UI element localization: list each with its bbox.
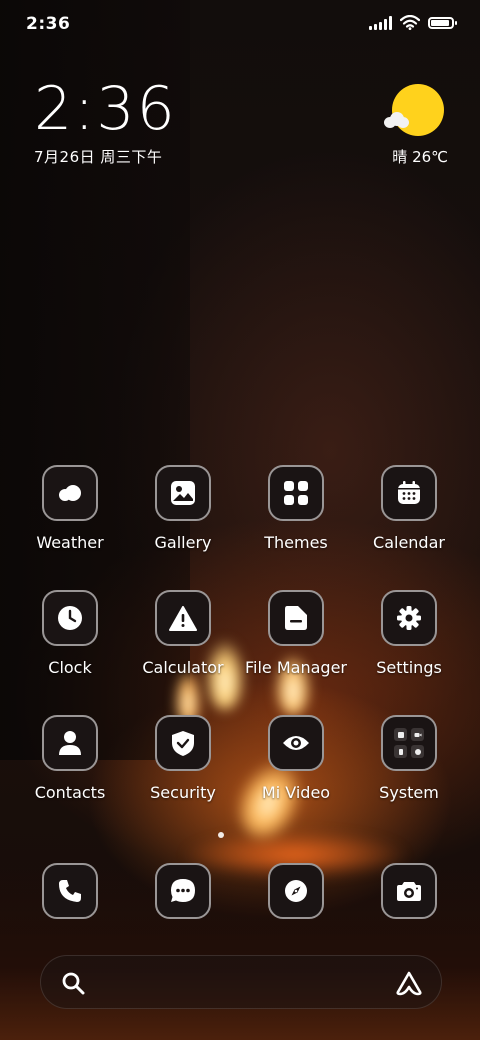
status-bar: 2:36 xyxy=(0,0,480,50)
cloud-icon xyxy=(384,112,410,128)
clock-icon xyxy=(42,590,98,646)
wifi-icon xyxy=(400,15,420,30)
file-manager-icon xyxy=(268,590,324,646)
search-bar[interactable] xyxy=(40,955,442,1009)
camera-icon xyxy=(381,863,437,919)
app-themes[interactable]: Themes xyxy=(241,465,351,552)
security-icon xyxy=(155,715,211,771)
status-time: 2:36 xyxy=(26,14,71,34)
app-mi-video[interactable]: Mi Video xyxy=(241,715,351,802)
sun-icon xyxy=(392,84,444,136)
app-label: Calculator xyxy=(142,658,224,677)
signal-icon xyxy=(369,15,392,30)
app-file-manager[interactable]: File Manager xyxy=(241,590,351,677)
battery-icon xyxy=(428,16,457,29)
dock-phone[interactable] xyxy=(15,863,125,919)
app-label: Weather xyxy=(36,533,104,552)
browser-icon xyxy=(268,863,324,919)
app-label: Contacts xyxy=(34,783,106,802)
app-label: Gallery xyxy=(154,533,212,552)
calendar-icon xyxy=(381,465,437,521)
system-folder-icon xyxy=(381,715,437,771)
folder-system[interactable]: System xyxy=(354,715,464,802)
app-label: System xyxy=(379,783,439,802)
app-label: Settings xyxy=(376,658,442,677)
app-clock[interactable]: Clock xyxy=(15,590,125,677)
app-weather[interactable]: Weather xyxy=(15,465,125,552)
contacts-icon xyxy=(42,715,98,771)
app-label: Clock xyxy=(48,658,92,677)
app-label: File Manager xyxy=(245,658,347,677)
messages-icon xyxy=(155,863,211,919)
search-icon[interactable] xyxy=(61,971,85,995)
dock-camera[interactable] xyxy=(354,863,464,919)
phone-icon xyxy=(42,863,98,919)
weather-icon xyxy=(42,465,98,521)
widget-date: 7月26日 周三下午 xyxy=(34,148,163,166)
assistant-icon[interactable] xyxy=(395,970,423,996)
themes-icon xyxy=(268,465,324,521)
app-label: Mi Video xyxy=(261,783,331,802)
calculator-icon xyxy=(155,590,211,646)
app-label: Themes xyxy=(264,533,328,552)
mi-video-icon xyxy=(268,715,324,771)
dock-messages[interactable] xyxy=(128,863,238,919)
clock-widget[interactable]: 2:36 7月26日 周三下午 xyxy=(34,78,177,167)
settings-icon xyxy=(381,590,437,646)
app-contacts[interactable]: Contacts xyxy=(15,715,125,802)
app-calculator[interactable]: Calculator xyxy=(128,590,238,677)
gallery-icon xyxy=(155,465,211,521)
weather-text: 晴 26℃ xyxy=(392,148,448,166)
app-calendar[interactable]: Calendar xyxy=(354,465,464,552)
app-settings[interactable]: Settings xyxy=(354,590,464,677)
page-indicator xyxy=(218,832,224,838)
app-gallery[interactable]: Gallery xyxy=(128,465,238,552)
dock-browser[interactable] xyxy=(241,863,351,919)
widget-time: 2:36 xyxy=(34,74,177,144)
app-label: Security xyxy=(150,783,216,802)
app-label: Calendar xyxy=(373,533,445,552)
app-security[interactable]: Security xyxy=(128,715,238,802)
